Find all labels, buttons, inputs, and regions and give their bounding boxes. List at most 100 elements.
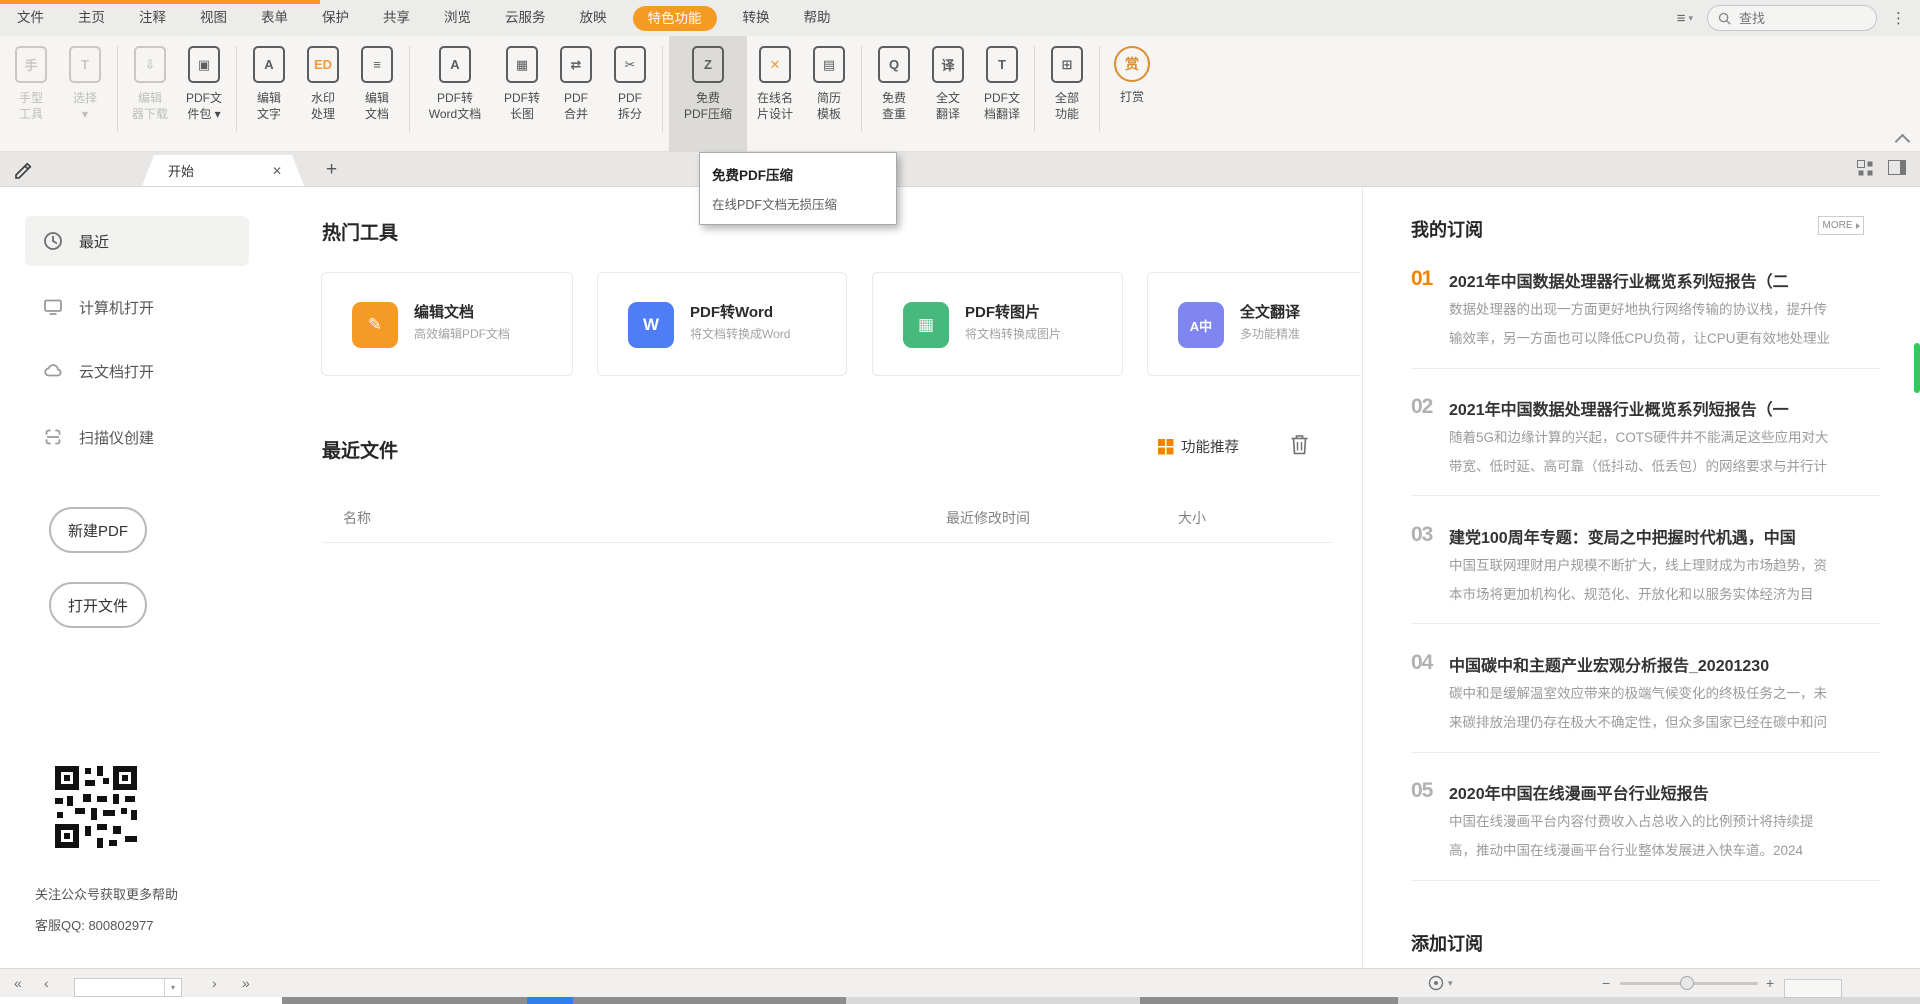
menu-comment[interactable]: 注释 (122, 0, 183, 36)
ribbon-button-pdf-split[interactable]: ✂ PDF 拆分 (604, 36, 656, 152)
new-pdf-button[interactable]: 新建PDF (49, 507, 147, 553)
search-box[interactable] (1707, 5, 1877, 31)
eye-icon (1428, 975, 1444, 991)
taskbar-segment (1140, 996, 1398, 1004)
tool-card-pdf-to-image[interactable]: ▦ PDF转图片 将文档转换成图片 (872, 272, 1123, 376)
first-page-button[interactable]: « (14, 969, 22, 997)
menu-help[interactable]: 帮助 (787, 0, 848, 36)
ribbon-button-hand-tool[interactable]: 手 手型 工具 (5, 36, 57, 152)
ribbon-button-select[interactable]: T 选择 ▾ (59, 36, 111, 152)
divider (1411, 752, 1879, 753)
watermark-icon: ED (307, 46, 339, 83)
article-title: 2021年中国数据处理器行业概览系列短报告（一 (1449, 396, 1883, 420)
tool-card-edit-doc[interactable]: ✎ 编辑文档 高效编辑PDF文档 (321, 272, 573, 376)
divider (1411, 880, 1879, 881)
menu-share[interactable]: 共享 (366, 0, 427, 36)
trash-icon[interactable] (1290, 434, 1309, 455)
tool-card-translate[interactable]: A中 全文翻译 多功能精准 (1147, 272, 1361, 376)
advanced-find-button[interactable]: ≡ ▾ (1677, 10, 1693, 27)
menu-form[interactable]: 表单 (244, 0, 305, 36)
ribbon-button-reward[interactable]: 赏 打赏 (1106, 36, 1158, 152)
triangle-right-icon (1856, 223, 1860, 229)
divider (1411, 495, 1879, 496)
ribbon-button-pdf-merge[interactable]: ⇄ PDF 合并 (550, 36, 602, 152)
sidebar-item-label: 最近 (79, 231, 109, 252)
menu-home[interactable]: 主页 (61, 0, 122, 36)
article-number: 05 (1411, 779, 1432, 803)
sidebar-item-recent[interactable]: 最近 (25, 216, 249, 266)
ribbon-label: 翻译 (936, 106, 960, 122)
ribbon-button-pdf-package[interactable]: ▣ PDF文 件包 ▾ (178, 36, 230, 152)
ribbon-label: 免费 (882, 90, 906, 106)
ribbon-button-watermark[interactable]: ED 水印 处理 (297, 36, 349, 152)
prev-page-button[interactable]: ‹ (44, 969, 49, 997)
support-qq: 客服QQ: 800802977 (35, 915, 154, 934)
sidebar-item-scanner-create[interactable]: 扫描仪创建 (25, 412, 249, 462)
menu-convert[interactable]: 转换 (726, 0, 787, 36)
ribbon-button-pdf-compress[interactable]: Z 免费 PDF压缩 (669, 36, 747, 152)
zoom-out-button[interactable]: − (1602, 969, 1610, 997)
feature-recommend-toggle[interactable]: 功能推荐 (1158, 436, 1239, 457)
menu-cloud[interactable]: 云服务 (488, 0, 563, 36)
article-05[interactable]: 05 2020年中国在线漫画平台行业短报告 中国在线漫画平台内容付费收入占总收入… (1411, 778, 1883, 888)
sidebar-item-label: 云文档打开 (79, 361, 154, 382)
side-panel-toggle-icon[interactable] (1888, 160, 1906, 175)
tool-card-pdf-to-word[interactable]: W PDF转Word 将文档转换成Word (597, 272, 847, 376)
article-desc: 本市场将更加机构化、规范化、开放化和以服务实体经济为目 (1449, 583, 1881, 603)
ribbon-label: 选择 (73, 90, 97, 106)
ribbon-button-pdf-to-long-image[interactable]: ▦ PDF转 长图 (496, 36, 548, 152)
collapse-ribbon-icon[interactable] (1895, 134, 1911, 150)
pdf-to-word-icon: A (439, 46, 471, 83)
sidebar-item-open-computer[interactable]: 计算机打开 (25, 282, 249, 332)
article-04[interactable]: 04 中国碳中和主题产业宏观分析报告_20201230 碳中和是缓解温室效应带来… (1411, 650, 1883, 760)
zoom-slider[interactable] (1620, 969, 1758, 997)
ribbon-button-editor-download[interactable]: ⇩ 编辑 器下载 (124, 36, 176, 152)
open-file-button[interactable]: 打开文件 (49, 582, 147, 628)
article-02[interactable]: 02 2021年中国数据处理器行业概览系列短报告（一 随着5G和边缘计算的兴起，… (1411, 394, 1883, 504)
slider-thumb[interactable] (1680, 976, 1694, 990)
chevron-down-icon: ▾ (1448, 978, 1453, 989)
ribbon-button-all-features[interactable]: ⊞ 全部 功能 (1041, 36, 1093, 152)
chevron-down-icon[interactable]: ▾ (164, 979, 181, 996)
zoom-percent-box[interactable] (1784, 974, 1842, 1002)
view-mode-button[interactable]: ▾ (1428, 969, 1453, 997)
scrollbar-thumb[interactable] (1914, 343, 1920, 393)
menu-file[interactable]: 文件 (0, 0, 61, 36)
ribbon-button-pdf-to-word[interactable]: A PDF转 Word文档 (416, 36, 494, 152)
zoom-in-button[interactable]: + (1766, 969, 1774, 997)
article-title: 中国碳中和主题产业宏观分析报告_20201230 (1449, 652, 1883, 676)
new-tab-button[interactable]: + (326, 155, 337, 185)
menu-view[interactable]: 视图 (183, 0, 244, 36)
monitor-icon (43, 297, 63, 317)
sidebar-item-open-cloud[interactable]: 云文档打开 (25, 346, 249, 396)
menu-slideshow[interactable]: 放映 (563, 0, 624, 36)
menu-protect[interactable]: 保护 (305, 0, 366, 36)
article-number: 03 (1411, 523, 1432, 547)
ribbon-button-edit-text[interactable]: A 编辑 文字 (243, 36, 295, 152)
edit-doc-icon: ≡ (361, 46, 393, 83)
article-03[interactable]: 03 建党100周年专题：变局之中把握时代机遇，中国 中国互联网理财用户规模不断… (1411, 522, 1883, 632)
ribbon-button-edit-doc[interactable]: ≡ 编辑 文档 (351, 36, 403, 152)
ribbon-button-full-translate[interactable]: 译 全文 翻译 (922, 36, 974, 152)
ribbon-button-doc-translate[interactable]: T PDF文 档翻译 (976, 36, 1028, 152)
thumbnail-view-icon[interactable] (1857, 160, 1872, 175)
hot-tools-title: 热门工具 (322, 218, 398, 245)
ribbon-label: 处理 (311, 106, 335, 122)
more-menu-icon[interactable]: ⋮ (1891, 9, 1906, 27)
ribbon-label: 手型 (19, 90, 43, 106)
ribbon-button-resume-template[interactable]: ▤ 简历 模板 (803, 36, 855, 152)
tab-start[interactable]: 开始 ✕ (142, 155, 304, 186)
article-01[interactable]: 01 2021年中国数据处理器行业概览系列短报告（二 数据处理器的出现一方面更好… (1411, 266, 1883, 376)
page-number-box[interactable]: ▾ (74, 973, 182, 1001)
ribbon-button-card-design[interactable]: ✕ 在线名 片设计 (749, 36, 801, 152)
more-label: MORE (1823, 220, 1853, 231)
more-button[interactable]: MORE (1818, 216, 1864, 235)
last-page-button[interactable]: » (242, 969, 250, 997)
search-input[interactable] (1737, 10, 1856, 27)
tab-close-icon[interactable]: ✕ (272, 164, 282, 178)
annotate-mode-button[interactable] (12, 158, 34, 180)
next-page-button[interactable]: › (212, 969, 217, 997)
menu-browse[interactable]: 浏览 (427, 0, 488, 36)
ribbon-button-plagiarism-check[interactable]: Q 免费 查重 (868, 36, 920, 152)
menu-featured[interactable]: 特色功能 (633, 6, 717, 31)
